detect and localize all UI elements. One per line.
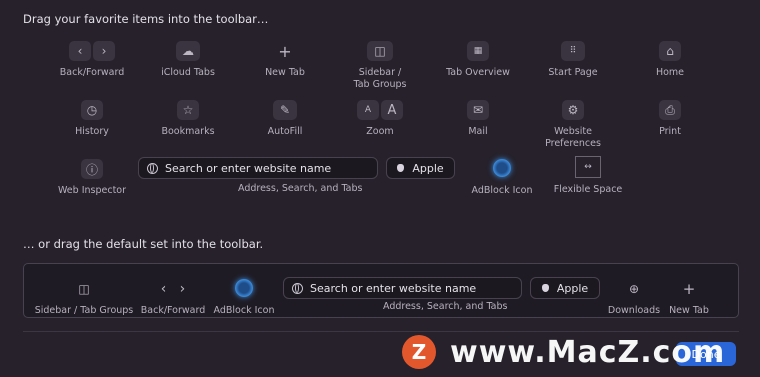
toolbar-item-web-inspector[interactable]: ⓘ Web Inspector [57,159,127,197]
watermark-logo-icon: Z [402,335,436,369]
zoom-label: Zoom [366,126,394,137]
default-item-apple-bookmark: Apple [530,277,600,299]
default-downloads-label: Downloads [607,305,661,316]
globe-icon [147,162,158,174]
default-adblock-label: AdBlock Icon [213,305,275,316]
toolbar-item-tab-overview[interactable]: ▦ Tab Overview [444,41,512,79]
watermark-text: www.MacZ.com [450,334,726,370]
back-forward-label: Back/Forward [59,67,125,78]
heading-drag-items: Drag your favorite items into the toolba… [23,12,269,26]
grid-icon: ▦ [467,41,489,61]
toolbar-item-flexible-space[interactable]: ↔ Flexible Space [553,156,623,196]
address-placeholder: Search or enter website name [165,161,332,175]
toolbar-item-zoom[interactable]: AA Zoom [350,100,410,138]
flexible-space-icon: ↔ [575,156,601,178]
default-item-adblock: AdBlock Icon [212,279,276,317]
default-item-address-bar: Search or enter website name [283,277,522,299]
toolbar-item-start-page[interactable]: ⠿ Start Page [543,41,603,79]
default-address-label: Address, Search, and Tabs [383,301,508,312]
heading-default-set: … or drag the default set into the toolb… [23,237,264,251]
toolbar-item-home[interactable]: ⌂ Home [640,41,700,79]
icloud-tabs-label: iCloud Tabs [161,67,215,78]
default-item-new-tab: + New Tab [664,279,714,317]
toolbar-item-print[interactable]: ⎙ Print [640,100,700,138]
default-item-downloads: ⊕ Downloads [604,279,664,317]
envelope-icon: ✉ [467,100,489,120]
mail-label: Mail [468,126,488,137]
start-page-label: Start Page [548,67,598,78]
adblock-icon [235,279,253,297]
sidebar-icon: ◫ [367,41,393,61]
download-icon: ⊕ [628,282,640,296]
address-bar-label: Address, Search, and Tabs [238,183,363,194]
apple-icon [397,164,405,172]
home-label: Home [655,67,685,78]
toolbar-item-icloud-tabs[interactable]: ☁ iCloud Tabs [158,41,218,79]
toolbar-item-address-bar[interactable]: Search or enter website name [138,157,378,179]
toolbar-item-autofill[interactable]: ✎ AutoFill [255,100,315,138]
default-item-back-forward: ‹ › Back/Forward [140,279,206,317]
sidebar-icon: ◫ [78,282,90,296]
autofill-label: AutoFill [267,126,303,137]
globe-icon [292,282,303,294]
plus-icon: + [682,280,696,298]
watermark: Z www.MacZ.com [402,332,725,372]
star-icon: ☆ [177,100,199,120]
sidebar-label: Sidebar / Tab Groups [353,67,407,90]
tab-overview-label: Tab Overview [446,67,510,78]
home-icon: ⌂ [659,41,681,61]
adblock-icon [493,159,511,177]
toolbar-item-apple-bookmark[interactable]: Apple [386,157,455,179]
default-sidebar-label: Sidebar / Tab Groups [34,305,134,316]
toolbar-item-website-preferences[interactable]: ⚙ Website Preferences [538,100,608,150]
apple-bookmark-label: Apple [412,161,444,175]
web-inspector-label: Web Inspector [57,185,127,196]
back-forward-icon: ‹ › [69,41,115,61]
printer-icon: ⎙ [659,100,681,120]
website-preferences-label: Website Preferences [545,126,601,149]
default-apple-label: Apple [556,281,589,295]
default-back-forward-label: Back/Forward [140,305,206,316]
cloud-icon: ☁ [176,41,200,61]
info-icon: ⓘ [81,159,103,179]
print-label: Print [659,126,681,137]
clock-icon: ◷ [81,100,103,120]
back-forward-icon: ‹ › [160,281,186,297]
default-address-placeholder: Search or enter website name [310,281,477,295]
toolbar-item-adblock[interactable]: AdBlock Icon [467,159,537,197]
new-tab-label: New Tab [265,67,305,78]
flexible-space-label: Flexible Space [553,184,623,195]
toolbar-item-history[interactable]: ◷ History [62,100,122,138]
toolbar-item-back-forward[interactable]: ‹ › Back/Forward [59,41,125,79]
history-label: History [75,126,109,137]
toolbar-item-bookmarks[interactable]: ☆ Bookmarks [158,100,218,138]
toolbar-item-new-tab[interactable]: + New Tab [255,41,315,79]
adblock-label: AdBlock Icon [471,185,533,196]
toolbar-item-sidebar[interactable]: ◫ Sidebar / Tab Groups [350,41,410,91]
default-item-sidebar: ◫ Sidebar / Tab Groups [34,279,134,317]
gear-icon: ⚙ [562,100,584,120]
bookmarks-label: Bookmarks [161,126,215,137]
default-new-tab-label: New Tab [669,305,709,316]
start-page-icon: ⠿ [561,41,585,61]
plus-icon: + [278,41,292,61]
toolbar-item-mail[interactable]: ✉ Mail [448,100,508,138]
apple-icon [541,284,549,292]
zoom-icon: AA [357,100,403,120]
autofill-icon: ✎ [273,100,297,120]
